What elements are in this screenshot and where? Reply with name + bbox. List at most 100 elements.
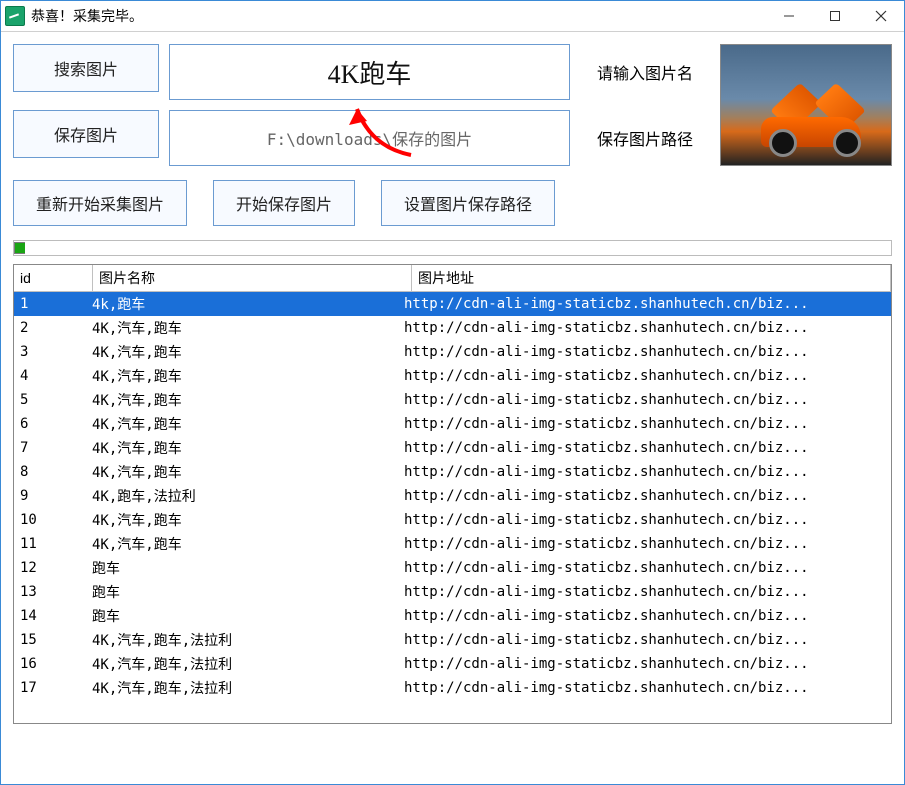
cell-url: http://cdn-ali-img-staticbz.shanhutech.c… bbox=[398, 440, 891, 456]
car-wheel-icon bbox=[833, 129, 861, 157]
cell-url: http://cdn-ali-img-staticbz.shanhutech.c… bbox=[398, 488, 891, 504]
cell-url: http://cdn-ali-img-staticbz.shanhutech.c… bbox=[398, 656, 891, 672]
cell-url: http://cdn-ali-img-staticbz.shanhutech.c… bbox=[398, 584, 891, 600]
search-button[interactable]: 搜索图片 bbox=[13, 44, 159, 92]
cell-name: 4K,汽车,跑车 bbox=[86, 510, 398, 530]
progress-fill bbox=[14, 242, 25, 254]
car-wheel-icon bbox=[769, 129, 797, 157]
cell-name: 4K,汽车,跑车 bbox=[86, 438, 398, 458]
cell-id: 17 bbox=[14, 680, 86, 696]
table-row[interactable]: 44K,汽车,跑车http://cdn-ali-img-staticbz.sha… bbox=[14, 364, 891, 388]
grid-body[interactable]: 14k,跑车http://cdn-ali-img-staticbz.shanhu… bbox=[14, 292, 891, 723]
cell-id: 6 bbox=[14, 416, 86, 432]
close-icon bbox=[875, 10, 887, 22]
cell-name: 4K,汽车,跑车 bbox=[86, 342, 398, 362]
cell-id: 14 bbox=[14, 608, 86, 624]
minimize-icon bbox=[783, 10, 795, 22]
cell-name: 4K,跑车,法拉利 bbox=[86, 486, 398, 506]
table-row[interactable]: 94K,跑车,法拉利http://cdn-ali-img-staticbz.sh… bbox=[14, 484, 891, 508]
cell-id: 1 bbox=[14, 296, 86, 312]
cell-id: 2 bbox=[14, 320, 86, 336]
cell-url: http://cdn-ali-img-staticbz.shanhutech.c… bbox=[398, 344, 891, 360]
table-row[interactable]: 54K,汽车,跑车http://cdn-ali-img-staticbz.sha… bbox=[14, 388, 891, 412]
progress-bar bbox=[13, 240, 892, 256]
cell-url: http://cdn-ali-img-staticbz.shanhutech.c… bbox=[398, 536, 891, 552]
table-row[interactable]: 154K,汽车,跑车,法拉利http://cdn-ali-img-staticb… bbox=[14, 628, 891, 652]
cell-id: 4 bbox=[14, 368, 86, 384]
table-row[interactable]: 114K,汽车,跑车http://cdn-ali-img-staticbz.sh… bbox=[14, 532, 891, 556]
table-row[interactable]: 12跑车http://cdn-ali-img-staticbz.shanhute… bbox=[14, 556, 891, 580]
window-title: 恭喜！采集完毕。 bbox=[31, 6, 143, 26]
table-row[interactable]: 14跑车http://cdn-ali-img-staticbz.shanhute… bbox=[14, 604, 891, 628]
col-header-name[interactable]: 图片名称 bbox=[93, 265, 412, 291]
cell-name: 4K,汽车,跑车,法拉利 bbox=[86, 654, 398, 674]
cell-name: 4K,汽车,跑车 bbox=[86, 414, 398, 434]
table-row[interactable]: 64K,汽车,跑车http://cdn-ali-img-staticbz.sha… bbox=[14, 412, 891, 436]
cell-url: http://cdn-ali-img-staticbz.shanhutech.c… bbox=[398, 560, 891, 576]
cell-id: 15 bbox=[14, 632, 86, 648]
preview-image bbox=[720, 44, 892, 166]
table-row[interactable]: 104K,汽车,跑车http://cdn-ali-img-staticbz.sh… bbox=[14, 508, 891, 532]
table-row[interactable]: 164K,汽车,跑车,法拉利http://cdn-ali-img-staticb… bbox=[14, 652, 891, 676]
table-row[interactable]: 74K,汽车,跑车http://cdn-ali-img-staticbz.sha… bbox=[14, 436, 891, 460]
minimize-button[interactable] bbox=[766, 1, 812, 31]
cell-url: http://cdn-ali-img-staticbz.shanhutech.c… bbox=[398, 608, 891, 624]
cell-name: 4K,汽车,跑车 bbox=[86, 534, 398, 554]
close-button[interactable] bbox=[858, 1, 904, 31]
maximize-button[interactable] bbox=[812, 1, 858, 31]
search-placeholder-label: 请输入图片名 bbox=[580, 44, 710, 100]
search-input[interactable]: 4K跑车 bbox=[169, 44, 570, 100]
table-row[interactable]: 34K,汽车,跑车http://cdn-ali-img-staticbz.sha… bbox=[14, 340, 891, 364]
table-row[interactable]: 13跑车http://cdn-ali-img-staticbz.shanhute… bbox=[14, 580, 891, 604]
table-row[interactable]: 174K,汽车,跑车,法拉利http://cdn-ali-img-staticb… bbox=[14, 676, 891, 700]
save-path-label: 保存图片路径 bbox=[580, 110, 710, 166]
app-icon bbox=[5, 6, 25, 26]
cell-url: http://cdn-ali-img-staticbz.shanhutech.c… bbox=[398, 368, 891, 384]
search-row: 搜索图片 4K跑车 请输入图片名 bbox=[13, 44, 710, 100]
set-save-path-button[interactable]: 设置图片保存路径 bbox=[381, 180, 555, 226]
restart-collect-button[interactable]: 重新开始采集图片 bbox=[13, 180, 187, 226]
cell-url: http://cdn-ali-img-staticbz.shanhutech.c… bbox=[398, 512, 891, 528]
titlebar: 恭喜！采集完毕。 bbox=[1, 1, 904, 32]
cell-url: http://cdn-ali-img-staticbz.shanhutech.c… bbox=[398, 320, 891, 336]
cell-id: 13 bbox=[14, 584, 86, 600]
col-header-url[interactable]: 图片地址 bbox=[412, 265, 891, 291]
table-row[interactable]: 24K,汽车,跑车http://cdn-ali-img-staticbz.sha… bbox=[14, 316, 891, 340]
cell-url: http://cdn-ali-img-staticbz.shanhutech.c… bbox=[398, 464, 891, 480]
col-header-id[interactable]: id bbox=[14, 265, 93, 291]
results-grid: id 图片名称 图片地址 14k,跑车http://cdn-ali-img-st… bbox=[13, 264, 892, 724]
cell-id: 11 bbox=[14, 536, 86, 552]
cell-name: 跑车 bbox=[86, 582, 398, 602]
table-row[interactable]: 14k,跑车http://cdn-ali-img-staticbz.shanhu… bbox=[14, 292, 891, 316]
cell-id: 3 bbox=[14, 344, 86, 360]
save-button[interactable]: 保存图片 bbox=[13, 110, 159, 158]
grid-header: id 图片名称 图片地址 bbox=[14, 265, 891, 292]
maximize-icon bbox=[829, 10, 841, 22]
cell-name: 4K,汽车,跑车 bbox=[86, 390, 398, 410]
cell-name: 4K,汽车,跑车,法拉利 bbox=[86, 630, 398, 650]
cell-name: 跑车 bbox=[86, 558, 398, 578]
cell-url: http://cdn-ali-img-staticbz.shanhutech.c… bbox=[398, 632, 891, 648]
cell-id: 12 bbox=[14, 560, 86, 576]
cell-id: 9 bbox=[14, 488, 86, 504]
cell-id: 16 bbox=[14, 656, 86, 672]
cell-name: 4K,汽车,跑车 bbox=[86, 318, 398, 338]
cell-id: 10 bbox=[14, 512, 86, 528]
cell-name: 4K,汽车,跑车 bbox=[86, 366, 398, 386]
cell-id: 7 bbox=[14, 440, 86, 456]
save-path-input[interactable]: F:\downloads\保存的图片 bbox=[169, 110, 570, 166]
cell-name: 跑车 bbox=[86, 606, 398, 626]
cell-url: http://cdn-ali-img-staticbz.shanhutech.c… bbox=[398, 392, 891, 408]
action-row: 重新开始采集图片 开始保存图片 设置图片保存路径 bbox=[13, 180, 892, 226]
cell-name: 4K,汽车,跑车,法拉利 bbox=[86, 678, 398, 698]
save-row: 保存图片 F:\downloads\保存的图片 保存图片路径 bbox=[13, 110, 710, 166]
cell-url: http://cdn-ali-img-staticbz.shanhutech.c… bbox=[398, 680, 891, 696]
table-row[interactable]: 84K,汽车,跑车http://cdn-ali-img-staticbz.sha… bbox=[14, 460, 891, 484]
cell-name: 4K,汽车,跑车 bbox=[86, 462, 398, 482]
client-area: 搜索图片 4K跑车 请输入图片名 保存图片 F:\downloads\保存的图片… bbox=[1, 32, 904, 736]
cell-url: http://cdn-ali-img-staticbz.shanhutech.c… bbox=[398, 416, 891, 432]
start-save-button[interactable]: 开始保存图片 bbox=[213, 180, 355, 226]
cell-url: http://cdn-ali-img-staticbz.shanhutech.c… bbox=[398, 296, 891, 312]
cell-id: 8 bbox=[14, 464, 86, 480]
app-window: 恭喜！采集完毕。 搜索图片 4K跑车 请输入图片名 保存图片 bbox=[0, 0, 905, 785]
